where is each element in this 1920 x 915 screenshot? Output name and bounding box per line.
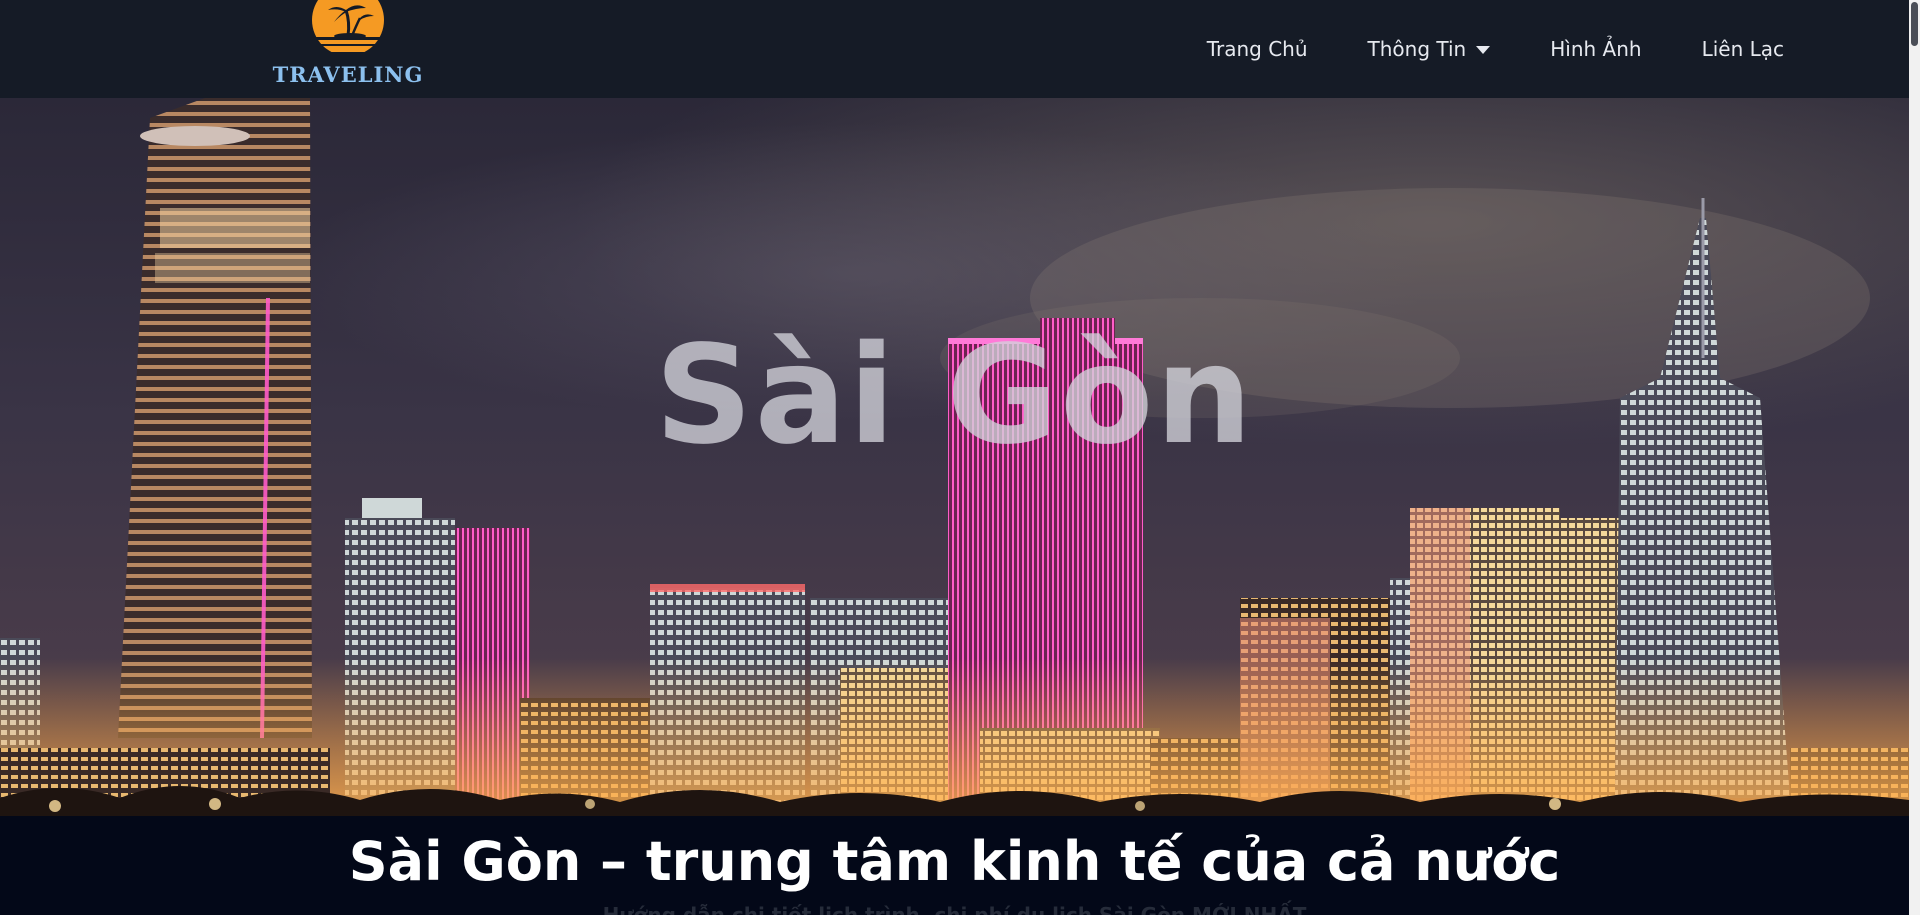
navbar: TRAVELING Trang Chủ Thông Tin Hình Ảnh L… [0, 0, 1909, 98]
nav-item-label: Trang Chủ [1206, 37, 1308, 61]
page: TRAVELING Trang Chủ Thông Tin Hình Ảnh L… [0, 0, 1920, 915]
section-headline: Sài Gòn – trung tâm kinh tế của cả nước [348, 830, 1561, 893]
section-subline: Hướng dẫn chi tiết lịch trình, chi phí d… [602, 903, 1307, 915]
scrollbar-thumb[interactable] [1911, 2, 1918, 46]
caret-down-icon [1476, 46, 1491, 54]
nav-item-label: Hình Ảnh [1550, 37, 1642, 61]
nav-item-gallery[interactable]: Hình Ảnh [1550, 37, 1641, 61]
page-scrollbar[interactable] [1909, 0, 1920, 915]
main-nav: Trang Chủ Thông Tin Hình Ảnh Liên Lạc [1147, 0, 1784, 98]
nav-item-home[interactable]: Trang Chủ [1207, 37, 1308, 61]
nav-item-info-dropdown[interactable]: Thông Tin [1368, 37, 1491, 61]
hero-title: Sài Gòn [654, 317, 1255, 475]
logo[interactable]: TRAVELING [263, 0, 433, 92]
nav-item-label: Liên Lạc [1701, 37, 1784, 61]
hero-banner: Sài Gòn [0, 98, 1909, 816]
nav-item-label: Thông Tin [1367, 37, 1467, 61]
brand-name: TRAVELING [272, 62, 424, 87]
palm-sunset-icon [312, 0, 384, 52]
nav-item-contact[interactable]: Liên Lạc [1702, 37, 1784, 61]
intro-section: Sài Gòn – trung tâm kinh tế của cả nước … [0, 816, 1909, 915]
